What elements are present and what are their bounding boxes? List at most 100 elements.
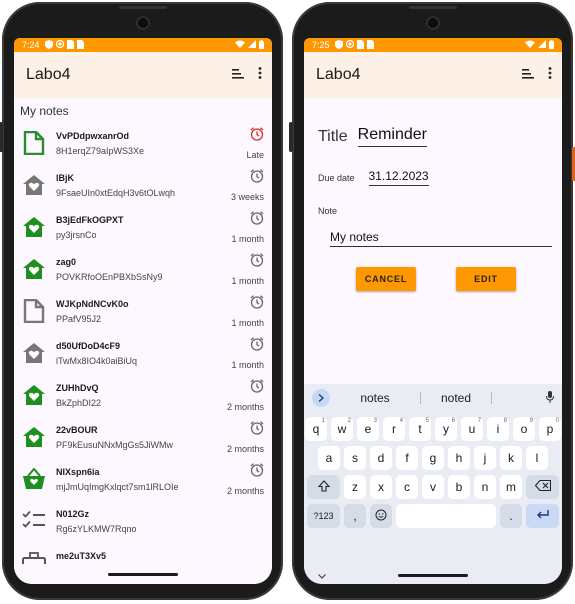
key-j[interactable]: j	[474, 446, 496, 470]
note-subtitle: BkZphDI22	[56, 397, 102, 408]
key-k[interactable]: k	[500, 446, 522, 470]
earpiece-speaker	[408, 6, 457, 9]
key-label: a	[325, 451, 333, 465]
key-label: o	[520, 422, 528, 436]
period-key[interactable]: .	[500, 504, 522, 528]
note-list-item[interactable]: NIXspn6ia mjJmUqImgKxlqct7sm1lRLOIe 2 mont…	[14, 458, 272, 500]
key-f[interactable]: f	[396, 446, 418, 470]
due-date-label: Due date	[318, 172, 355, 183]
note-list-item[interactable]: N012Gz Rg6zYLKMW7Rqno	[14, 500, 272, 542]
key-q[interactable]: q1	[305, 417, 327, 441]
home-gesture-bar[interactable]	[108, 572, 178, 576]
key-label: w	[337, 422, 347, 436]
space-key[interactable]	[396, 504, 496, 528]
title-label: Title	[318, 127, 348, 145]
note-list-item[interactable]: d50UfDoD4cF9 lTwMx8IO4k0aiBiUq 1 month	[14, 332, 272, 374]
key-h[interactable]: h	[448, 446, 470, 470]
note-title: B3jEdFkOGPXT	[56, 214, 124, 225]
form-actions: CANCEL EDIT	[318, 267, 548, 291]
sort-icon[interactable]	[232, 66, 244, 84]
key-r[interactable]: r4	[383, 417, 405, 441]
note-list-item[interactable]: 22vBOUR PF9kEusuNNxMgGs5JiWMw 2 months	[14, 416, 272, 458]
key-p[interactable]: p0	[539, 417, 561, 441]
nav-bar	[14, 564, 272, 584]
title-row: Title Reminder	[318, 126, 548, 147]
expand-toolbar-icon[interactable]	[312, 389, 330, 407]
edit-button[interactable]: EDIT	[456, 267, 516, 291]
comma-key[interactable]: ,	[344, 504, 366, 528]
sort-icon[interactable]	[522, 66, 534, 84]
key-s[interactable]: s	[344, 446, 366, 470]
key-label: f	[405, 451, 409, 465]
key-o[interactable]: o9	[513, 417, 535, 441]
note-list-item[interactable]: zag0 POVKRfoOEnPBXbSsNy9 1 month	[14, 248, 272, 290]
enter-key[interactable]	[526, 504, 559, 528]
backspace-icon	[534, 479, 551, 494]
note-list-item[interactable]: B3jEdFkOGPXT py3jrsnCo 1 month	[14, 206, 272, 248]
key-hint: 4	[399, 418, 403, 424]
alarm-clock-icon	[250, 336, 264, 356]
app-bar: Labo4	[14, 52, 272, 98]
app-title: Labo4	[26, 66, 71, 83]
due-date-field[interactable]: 31.12.2023	[368, 169, 429, 186]
emoji-key[interactable]	[370, 504, 392, 528]
suggestion-1[interactable]: notes	[330, 391, 420, 405]
note-subtitle: py3jrsnCo	[56, 229, 97, 240]
key-hint: 8	[503, 418, 507, 424]
key-m[interactable]: m	[500, 475, 522, 499]
key-label: i	[496, 422, 500, 436]
key-y[interactable]: y6	[435, 417, 457, 441]
symbols-key[interactable]: ?123	[307, 504, 340, 528]
battery-icon	[259, 39, 264, 51]
key-g[interactable]: g	[422, 446, 444, 470]
note-list-item[interactable]: ZUHhDvQ BkZphDI22 2 months	[14, 374, 272, 416]
key-label: z	[352, 480, 358, 494]
note-list-item[interactable]: WJKpNdNCvK0o PPafV95J2 1 month	[14, 290, 272, 332]
key-v[interactable]: v	[422, 475, 444, 499]
key-b[interactable]: b	[448, 475, 470, 499]
hide-keyboard-icon[interactable]	[318, 566, 326, 584]
microphone-icon[interactable]	[546, 390, 554, 406]
suggestion-2[interactable]: noted	[421, 391, 491, 405]
key-n[interactable]: n	[474, 475, 496, 499]
sim-icon	[356, 39, 364, 51]
note-due: 2 months	[226, 485, 264, 496]
sim-icon	[366, 39, 374, 51]
status-time: 7:24	[22, 40, 40, 50]
key-d[interactable]: d	[370, 446, 392, 470]
key-l[interactable]: l	[526, 446, 548, 470]
status-bar: 7:24	[14, 38, 272, 52]
wifi-icon	[525, 40, 535, 50]
backspace-key[interactable]	[526, 475, 559, 499]
front-camera	[427, 18, 438, 28]
emoji-icon	[375, 509, 387, 524]
note-field[interactable]: My notes	[330, 230, 552, 247]
title-field[interactable]: Reminder	[357, 126, 427, 147]
key-w[interactable]: w2	[331, 417, 353, 441]
checklist-icon	[20, 507, 48, 535]
record-icon	[345, 39, 354, 50]
key-hint: 6	[451, 418, 455, 424]
cancel-button[interactable]: CANCEL	[356, 267, 416, 291]
shift-key[interactable]	[307, 475, 340, 499]
key-t[interactable]: t5	[409, 417, 431, 441]
note-list-item[interactable]: lBjK 9FsaeUIn0xtEdqH3v6tOLwqh 3 weeks	[14, 164, 272, 206]
note-list-item[interactable]: VvPDdpwxanrOd 8H1erqZ79aIpWS3Xe Late	[14, 122, 272, 164]
home-gesture-bar[interactable]	[398, 573, 468, 577]
key-c[interactable]: c	[396, 475, 418, 499]
note-title: VvPDdpwxanrOd	[56, 130, 130, 141]
overflow-menu-icon[interactable]	[258, 66, 262, 84]
note-title: d50UfDoD4cF9	[56, 340, 121, 351]
shopping-basket-icon	[20, 465, 48, 493]
key-i[interactable]: i8	[487, 417, 509, 441]
key-label: k	[508, 451, 514, 465]
key-a[interactable]: a	[318, 446, 340, 470]
overflow-menu-icon[interactable]	[548, 66, 552, 84]
key-z[interactable]: z	[344, 475, 366, 499]
key-e[interactable]: e3	[357, 417, 379, 441]
key-hint: 5	[425, 418, 429, 424]
key-u[interactable]: u7	[461, 417, 483, 441]
key-x[interactable]: x	[370, 475, 392, 499]
shift-icon	[317, 479, 330, 495]
alarm-clock-icon	[250, 210, 264, 230]
